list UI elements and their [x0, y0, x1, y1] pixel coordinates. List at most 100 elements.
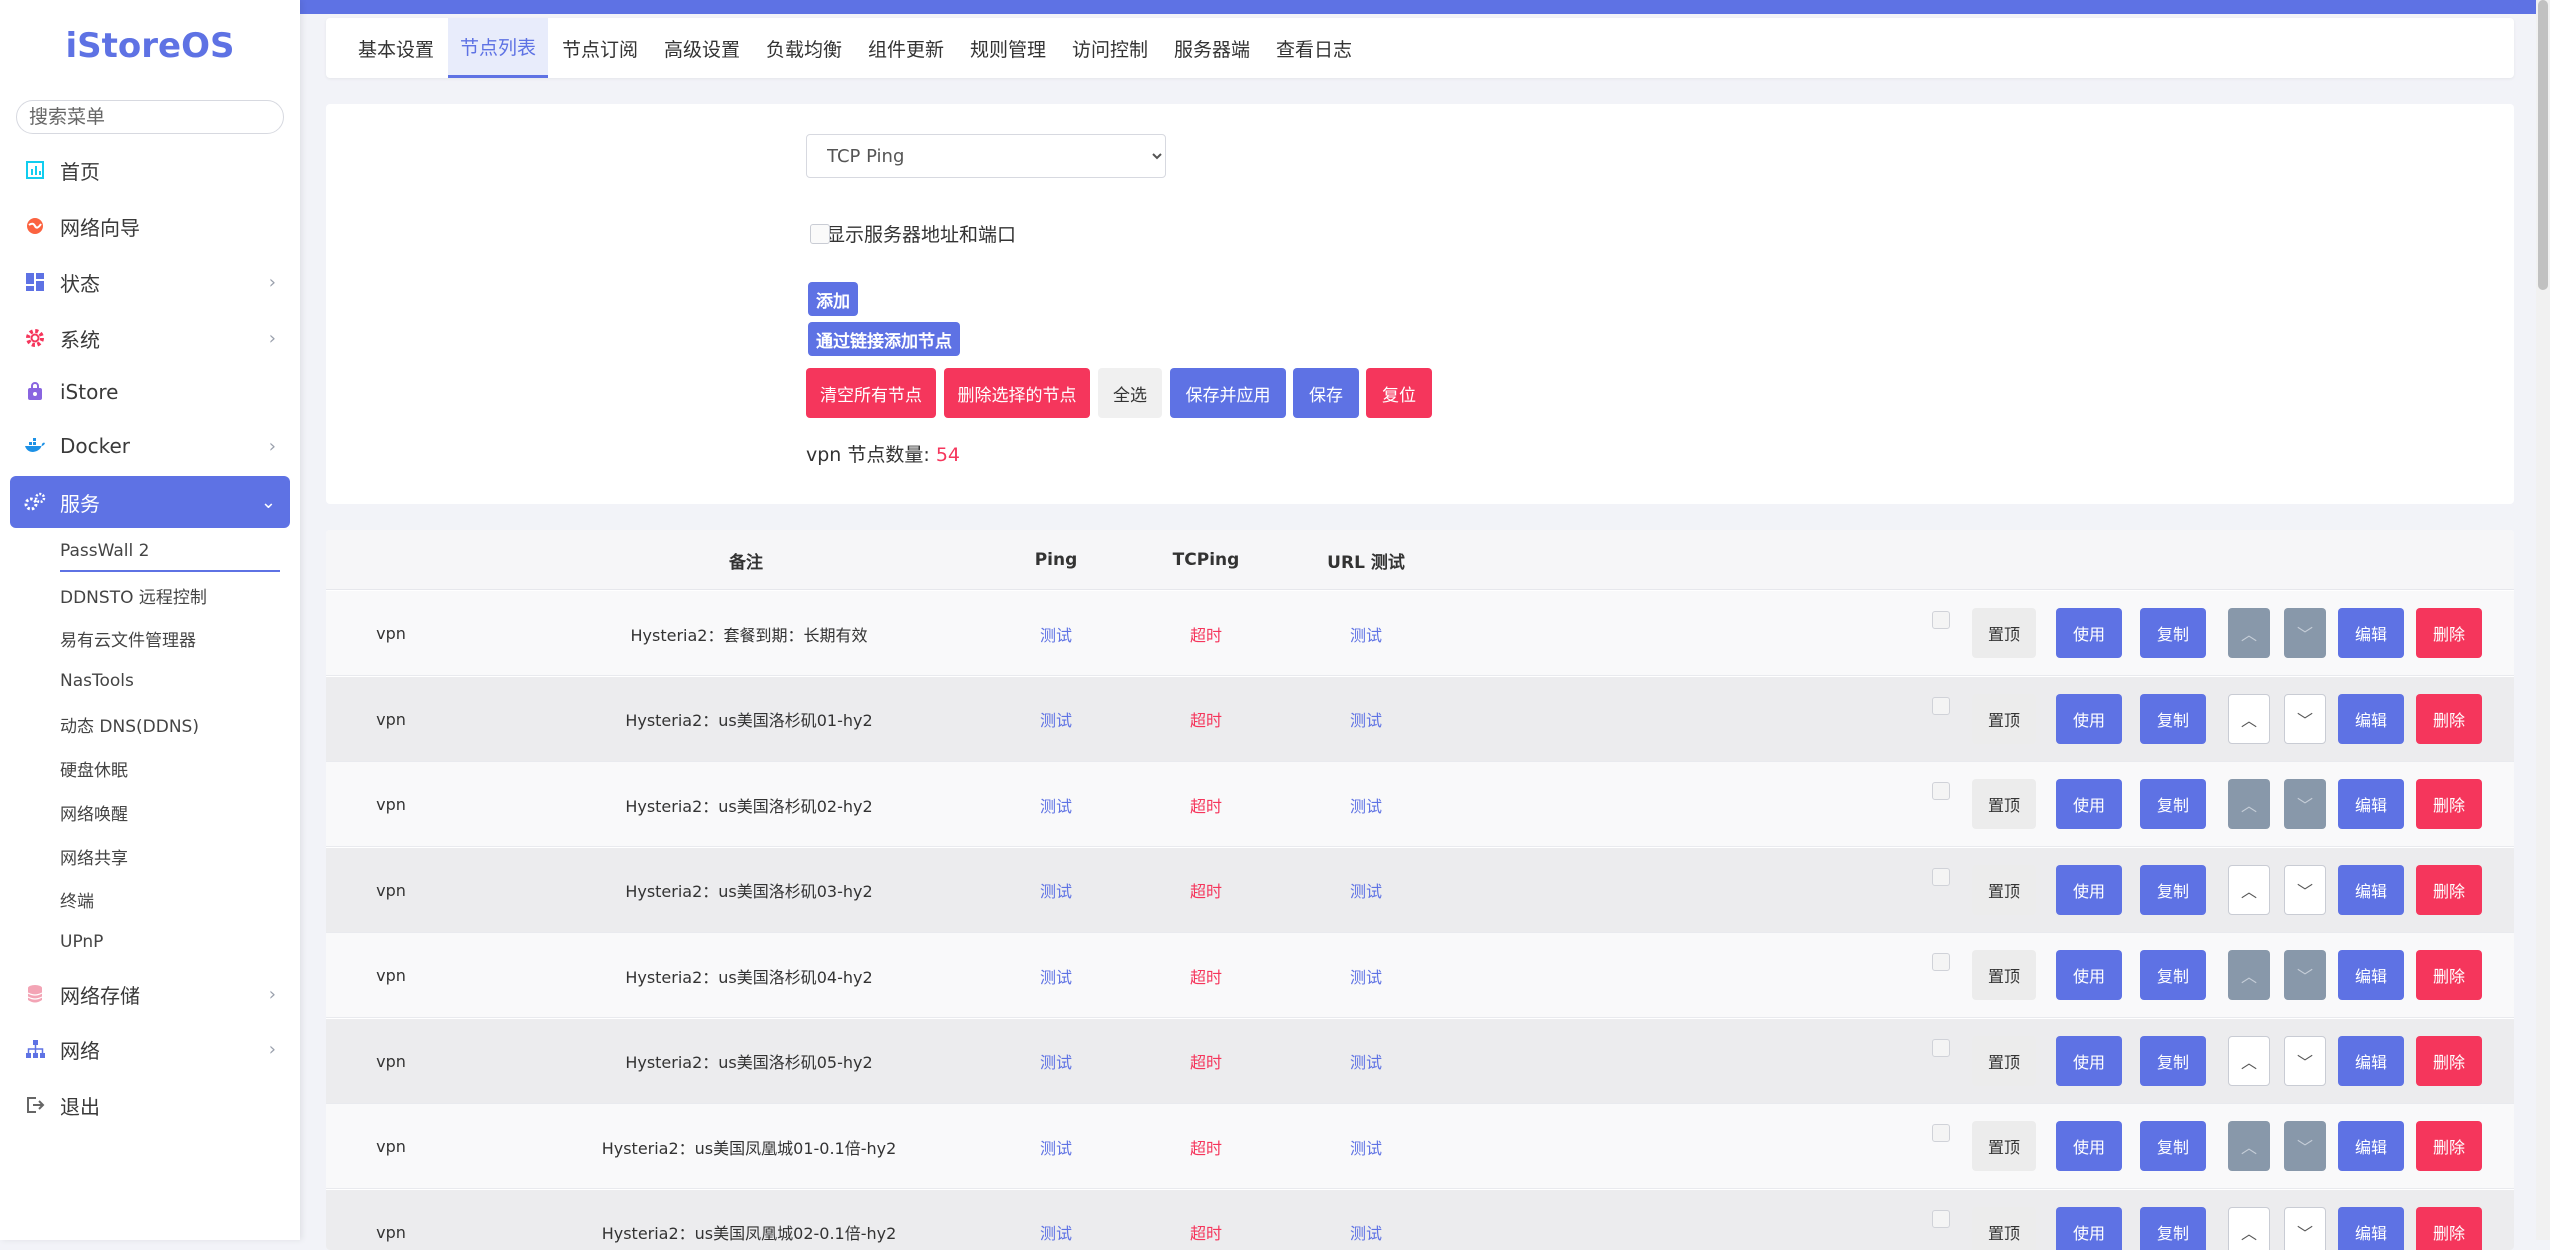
pin-top-button[interactable]: 置顶 [1972, 694, 2036, 744]
edit-button[interactable]: 编辑 [2338, 865, 2404, 915]
move-up-button[interactable]: ︿ [2228, 694, 2270, 744]
reset-button[interactable]: 复位 [1366, 368, 1432, 418]
delete-button[interactable]: 删除 [2416, 608, 2482, 658]
tab-view-logs[interactable]: 查看日志 [1264, 18, 1364, 78]
nav-istore[interactable]: iStore [10, 366, 290, 418]
nav-home[interactable]: 首页 [10, 144, 290, 196]
use-button[interactable]: 使用 [2056, 865, 2122, 915]
delete-button[interactable]: 删除 [2416, 950, 2482, 1000]
move-up-button[interactable]: ︿ [2228, 865, 2270, 915]
nav-docker[interactable]: Docker › [10, 420, 290, 472]
ping-test-link[interactable]: 测试 [1016, 762, 1096, 847]
move-down-button[interactable]: ﹀ [2284, 608, 2326, 658]
row-select-checkbox[interactable] [1932, 782, 1950, 800]
copy-button[interactable]: 复制 [2140, 865, 2206, 915]
nav-network-storage[interactable]: 网络存储 › [10, 968, 290, 1020]
move-up-button[interactable]: ︿ [2228, 1207, 2270, 1250]
copy-button[interactable]: 复制 [2140, 694, 2206, 744]
url-test-link[interactable]: 测试 [1306, 591, 1426, 676]
tab-server[interactable]: 服务器端 [1162, 18, 1262, 78]
row-select-checkbox[interactable] [1932, 868, 1950, 886]
nav-system[interactable]: 系统 › [10, 312, 290, 364]
row-select-checkbox[interactable] [1932, 953, 1950, 971]
add-by-link-button[interactable]: 通过链接添加节点 [808, 322, 960, 356]
delete-button[interactable]: 删除 [2416, 1036, 2482, 1086]
url-test-link[interactable]: 测试 [1306, 677, 1426, 762]
subnav-passwall2[interactable]: PassWall 2 [60, 532, 280, 572]
edit-button[interactable]: 编辑 [2338, 1121, 2404, 1171]
copy-button[interactable]: 复制 [2140, 1207, 2206, 1250]
move-up-button[interactable]: ︿ [2228, 779, 2270, 829]
pin-top-button[interactable]: 置顶 [1972, 950, 2036, 1000]
nav-network[interactable]: 网络 › [10, 1023, 290, 1075]
move-up-button[interactable]: ︿ [2228, 608, 2270, 658]
delete-button[interactable]: 删除 [2416, 1121, 2482, 1171]
edit-button[interactable]: 编辑 [2338, 950, 2404, 1000]
url-test-link[interactable]: 测试 [1306, 1104, 1426, 1189]
copy-button[interactable]: 复制 [2140, 779, 2206, 829]
pin-top-button[interactable]: 置顶 [1972, 1207, 2036, 1250]
ping-test-link[interactable]: 测试 [1016, 1190, 1096, 1250]
auto-delay-select[interactable]: TCP Ping [806, 134, 1166, 178]
use-button[interactable]: 使用 [2056, 1036, 2122, 1086]
move-down-button[interactable]: ﹀ [2284, 779, 2326, 829]
subnav-nastools[interactable]: NasTools [60, 661, 280, 701]
subnav-file-manager[interactable]: 易有云文件管理器 [60, 618, 280, 658]
show-addr-checkbox[interactable] [810, 224, 830, 244]
move-down-button[interactable]: ﹀ [2284, 1121, 2326, 1171]
move-down-button[interactable]: ﹀ [2284, 950, 2326, 1000]
subnav-terminal[interactable]: 终端 [60, 879, 280, 919]
tab-access-control[interactable]: 访问控制 [1060, 18, 1160, 78]
ping-test-link[interactable]: 测试 [1016, 1104, 1096, 1189]
edit-button[interactable]: 编辑 [2338, 1036, 2404, 1086]
use-button[interactable]: 使用 [2056, 950, 2122, 1000]
ping-test-link[interactable]: 测试 [1016, 677, 1096, 762]
clear-all-button[interactable]: 清空所有节点 [806, 368, 936, 418]
tab-rule-management[interactable]: 规则管理 [958, 18, 1058, 78]
url-test-link[interactable]: 测试 [1306, 1190, 1426, 1250]
ping-test-link[interactable]: 测试 [1016, 591, 1096, 676]
edit-button[interactable]: 编辑 [2338, 1207, 2404, 1250]
move-up-button[interactable]: ︿ [2228, 950, 2270, 1000]
subnav-ddns[interactable]: 动态 DNS(DDNS) [60, 704, 280, 744]
row-select-checkbox[interactable] [1932, 1124, 1950, 1142]
nav-network-wizard[interactable]: 网络向导 [10, 200, 290, 252]
ping-test-link[interactable]: 测试 [1016, 1019, 1096, 1104]
app-logo[interactable]: iStoreOS [0, 26, 300, 66]
scrollbar-thumb[interactable] [2538, 0, 2548, 290]
delete-button[interactable]: 删除 [2416, 1207, 2482, 1250]
tab-component-update[interactable]: 组件更新 [856, 18, 956, 78]
tab-node-list[interactable]: 节点列表 [448, 18, 548, 78]
save-apply-button[interactable]: 保存并应用 [1170, 368, 1286, 418]
edit-button[interactable]: 编辑 [2338, 694, 2404, 744]
url-test-link[interactable]: 测试 [1306, 933, 1426, 1018]
delete-button[interactable]: 删除 [2416, 694, 2482, 744]
tab-node-subscribe[interactable]: 节点订阅 [550, 18, 650, 78]
url-test-link[interactable]: 测试 [1306, 848, 1426, 933]
menu-search-input[interactable] [16, 100, 284, 134]
subnav-disk-sleep[interactable]: 硬盘休眠 [60, 748, 280, 788]
move-down-button[interactable]: ﹀ [2284, 1207, 2326, 1250]
nav-logout[interactable]: 退出 [10, 1079, 290, 1131]
move-down-button[interactable]: ﹀ [2284, 694, 2326, 744]
use-button[interactable]: 使用 [2056, 1121, 2122, 1171]
pin-top-button[interactable]: 置顶 [1972, 865, 2036, 915]
delete-selected-button[interactable]: 删除选择的节点 [944, 368, 1090, 418]
copy-button[interactable]: 复制 [2140, 950, 2206, 1000]
url-test-link[interactable]: 测试 [1306, 762, 1426, 847]
move-down-button[interactable]: ﹀ [2284, 1036, 2326, 1086]
use-button[interactable]: 使用 [2056, 608, 2122, 658]
row-select-checkbox[interactable] [1932, 611, 1950, 629]
copy-button[interactable]: 复制 [2140, 1036, 2206, 1086]
move-down-button[interactable]: ﹀ [2284, 865, 2326, 915]
edit-button[interactable]: 编辑 [2338, 779, 2404, 829]
edit-button[interactable]: 编辑 [2338, 608, 2404, 658]
pin-top-button[interactable]: 置顶 [1972, 1121, 2036, 1171]
tab-load-balance[interactable]: 负载均衡 [754, 18, 854, 78]
copy-button[interactable]: 复制 [2140, 1121, 2206, 1171]
subnav-network-share[interactable]: 网络共享 [60, 836, 280, 876]
ping-test-link[interactable]: 测试 [1016, 848, 1096, 933]
move-up-button[interactable]: ︿ [2228, 1036, 2270, 1086]
delete-button[interactable]: 删除 [2416, 865, 2482, 915]
nav-status[interactable]: 状态 › [10, 256, 290, 308]
